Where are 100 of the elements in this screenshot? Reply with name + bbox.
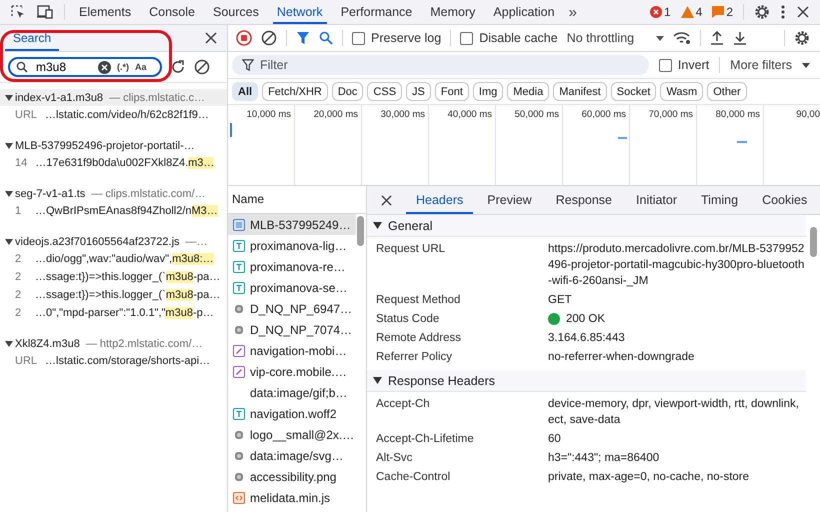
filter-field[interactable]: Filter bbox=[232, 55, 649, 75]
request-row[interactable]: proximanova-lig… bbox=[228, 235, 356, 256]
close-icon[interactable] bbox=[381, 194, 392, 206]
expand-arrow-icon[interactable] bbox=[5, 190, 13, 196]
details-tab[interactable]: Initiator bbox=[626, 186, 688, 214]
search-match[interactable]: 1 …QwBrIPsmEAnas8f94Zholl2/nM3… bbox=[0, 202, 225, 220]
result-file-name[interactable]: seg-7-v1-a1.ts bbox=[15, 188, 86, 200]
preserve-log-checkbox[interactable]: Preserve log bbox=[352, 31, 442, 45]
search-match[interactable]: URL …lstatic.com/video/h/62c82f1f9… bbox=[0, 106, 225, 124]
type-filter-chip[interactable]: Font bbox=[434, 82, 469, 101]
result-file-name[interactable]: videojs.a23f701605564af23722.js bbox=[15, 236, 180, 248]
panel-tab[interactable]: Memory bbox=[426, 0, 480, 24]
request-row[interactable]: accessibility.png bbox=[228, 466, 356, 487]
details-tab[interactable]: Timing bbox=[691, 186, 748, 214]
panel-tab[interactable]: Application bbox=[489, 0, 559, 24]
type-filter-chip[interactable]: JS bbox=[406, 82, 431, 101]
result-file-name[interactable]: Xkl8Z4.m3u8 bbox=[15, 338, 80, 350]
request-row[interactable]: proximanova-re… bbox=[228, 256, 356, 277]
request-row[interactable]: vip-core.mobile.… bbox=[228, 361, 356, 382]
error-counter[interactable]: 1 bbox=[650, 5, 671, 19]
record-icon[interactable] bbox=[236, 30, 252, 46]
expand-arrow-icon[interactable] bbox=[373, 222, 382, 229]
section-title[interactable]: General bbox=[388, 218, 432, 232]
request-row[interactable]: data:image/svg… bbox=[228, 445, 356, 466]
result-file-name[interactable]: index-v1-a1.m3u8 bbox=[15, 92, 104, 104]
search-icon[interactable] bbox=[319, 31, 333, 45]
request-row[interactable]: D_NQ_NP_6947… bbox=[228, 298, 356, 319]
type-filter-chip[interactable]: All bbox=[232, 82, 258, 101]
image-icon bbox=[233, 470, 245, 482]
request-row[interactable]: navigation-mobi… bbox=[228, 340, 356, 361]
more-tabs-button[interactable]: » bbox=[568, 4, 577, 20]
invert-checkbox[interactable]: Invert bbox=[658, 58, 710, 72]
header-value: 200 OK bbox=[566, 312, 605, 327]
regex-toggle[interactable]: (.*) bbox=[117, 62, 129, 72]
request-row[interactable]: MLB-537995249… bbox=[228, 214, 356, 235]
details-tab[interactable]: Cookies bbox=[752, 186, 818, 214]
panel-tab[interactable]: Sources bbox=[208, 0, 263, 24]
request-row[interactable]: melidata.min.js bbox=[228, 487, 356, 508]
more-filters-dropdown[interactable]: More filters bbox=[730, 58, 810, 72]
scrollbar-thumb[interactable] bbox=[357, 216, 364, 246]
request-row[interactable]: proximanova-se… bbox=[228, 277, 356, 298]
type-filter-chip[interactable]: Wasm bbox=[660, 82, 704, 101]
result-file-name[interactable]: MLB-5379952496-projetor-portatil-… bbox=[15, 140, 195, 152]
expand-arrow-icon[interactable] bbox=[5, 340, 13, 346]
close-icon[interactable] bbox=[796, 5, 810, 19]
search-match[interactable]: URL …lstatic.com/storage/shorts-api… bbox=[0, 352, 225, 370]
type-filter-chip[interactable]: Doc bbox=[332, 82, 364, 101]
request-row[interactable]: logo__small@2x.… bbox=[228, 424, 356, 445]
search-field[interactable]: m3u8 (.*) Aa bbox=[8, 57, 162, 77]
panel-tab[interactable]: Elements bbox=[75, 0, 136, 24]
type-filter-chip[interactable]: Img bbox=[472, 82, 504, 101]
download-icon[interactable] bbox=[733, 31, 748, 45]
section-title[interactable]: Response Headers bbox=[388, 374, 496, 388]
network-conditions-icon[interactable] bbox=[673, 31, 692, 45]
expand-arrow-icon[interactable] bbox=[373, 377, 382, 384]
inspect-element-icon[interactable] bbox=[10, 4, 26, 20]
type-filter-chip[interactable]: Other bbox=[707, 82, 747, 101]
panel-tab[interactable]: Console bbox=[145, 0, 199, 24]
settings-icon[interactable] bbox=[754, 4, 770, 20]
issue-counter[interactable]: 2 bbox=[712, 5, 733, 19]
header-value: h3=":443"; ma=86400 bbox=[548, 451, 660, 466]
search-match[interactable]: 2 …ssage:t})=>this.logger_(`m3u8-pa… bbox=[0, 268, 225, 286]
scrollbar-thumb[interactable] bbox=[810, 227, 817, 257]
expand-arrow-icon[interactable] bbox=[5, 238, 13, 244]
type-filter-chip[interactable]: Fetch/XHR bbox=[262, 82, 328, 101]
close-icon[interactable] bbox=[205, 32, 217, 44]
warning-counter[interactable]: 4 bbox=[680, 5, 702, 19]
type-filter-chip[interactable]: Media bbox=[507, 82, 550, 101]
request-row[interactable]: D_NQ_NP_7074… bbox=[228, 319, 356, 340]
panel-tab[interactable]: Network bbox=[272, 0, 327, 24]
device-toolbar-icon[interactable] bbox=[36, 4, 54, 20]
clear-results-icon[interactable] bbox=[194, 59, 210, 75]
type-filter-chip[interactable]: CSS bbox=[367, 82, 402, 101]
settings-icon[interactable] bbox=[794, 30, 810, 46]
time-tick-label: 90,00 bbox=[796, 109, 820, 121]
details-tab[interactable]: Preview bbox=[477, 186, 542, 214]
request-row[interactable]: navigation.woff2 bbox=[228, 403, 356, 424]
type-filter-chip[interactable]: Socket bbox=[610, 82, 656, 101]
clear-icon[interactable] bbox=[98, 60, 111, 74]
menu-icon[interactable] bbox=[780, 4, 786, 20]
throttling-dropdown[interactable]: No throttling bbox=[566, 31, 664, 45]
search-match[interactable]: 2 …ssage:t})=>this.logger_(`m3u8-pa… bbox=[0, 286, 225, 304]
upload-icon[interactable] bbox=[710, 31, 724, 45]
result-source: — clips.mlstatic.com/… bbox=[91, 188, 206, 200]
match-case-toggle[interactable]: Aa bbox=[135, 62, 147, 72]
search-match[interactable]: 2 …dio/ogg",wav:"audio/wav",m3u8:… bbox=[0, 250, 225, 268]
panel-tab[interactable]: Performance bbox=[336, 0, 416, 24]
disable-cache-checkbox[interactable]: Disable cache bbox=[460, 31, 558, 45]
refresh-icon[interactable] bbox=[170, 59, 186, 75]
expand-arrow-icon[interactable] bbox=[5, 142, 13, 148]
search-match[interactable]: 2 …0","mpd-parser":"1.0.1","m3u8-p… bbox=[0, 304, 225, 322]
search-match[interactable]: 14 …17e631f9b0da\u002FXkl8Z4.m3… bbox=[0, 154, 225, 172]
expand-arrow-icon[interactable] bbox=[5, 94, 13, 100]
font-icon bbox=[233, 240, 245, 252]
clear-icon[interactable] bbox=[261, 30, 277, 46]
details-tab[interactable]: Headers bbox=[406, 186, 474, 214]
filter-icon[interactable] bbox=[296, 31, 310, 45]
type-filter-chip[interactable]: Manifest bbox=[553, 82, 607, 101]
request-row[interactable]: data:image/gif;b… bbox=[228, 382, 356, 403]
details-tab[interactable]: Response bbox=[546, 186, 622, 214]
